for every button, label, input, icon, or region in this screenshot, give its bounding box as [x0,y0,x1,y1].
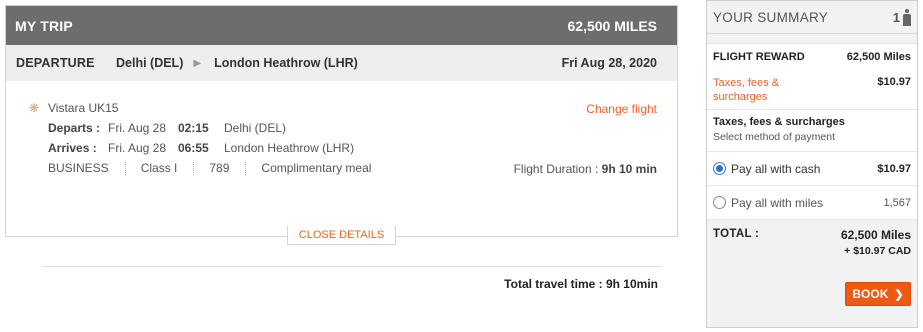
meal-info: Complimentary meal [261,161,372,175]
flight-line: ❋ Vistara UK15 [29,101,677,115]
summary-header: YOUR SUMMARY 1 [707,1,917,34]
departs-place: Delhi (DEL) [224,121,287,135]
flight-name: Vistara UK15 [48,101,119,115]
arrives-date: Fri. Aug 28 [108,141,167,155]
departs-label: Departs : [48,121,101,135]
divider [245,161,247,175]
summary-panel: YOUR SUMMARY 1 FLIGHT REWARD 62,500 Mile… [706,0,918,328]
book-label[interactable]: BOOK [852,287,888,301]
radio-icon[interactable] [713,196,726,209]
trip-panel: MY TRIP 62,500 MILES DEPARTURE Delhi (DE… [5,5,678,291]
chevron-right-icon: ❯ [894,288,904,301]
departs-time: 02:15 [178,121,209,135]
summary-title: YOUR SUMMARY [713,9,829,25]
passenger-count: 1 [892,8,911,26]
flight-duration: Flight Duration : 9h 10 min [514,162,657,176]
total-miles: 62,500 Miles [840,228,911,242]
duration-value: 9h 10 min [601,162,657,176]
pay-cash-option[interactable]: Pay all with cash $10.97 [707,152,917,186]
arrives-line: Arrives : Fri. Aug 28 06:55 London Heath… [48,138,677,158]
divider [193,161,195,175]
pay-miles-value: 1,567 [883,196,911,209]
aircraft-type: 789 [209,161,230,175]
cabin-type: BUSINESS [48,161,109,175]
departure-label: DEPARTURE [16,56,95,70]
total-section: TOTAL : 62,500 Miles + $10.97 CAD BOOK ❯ [707,220,917,310]
pay-miles-option[interactable]: Pay all with miles 1,567 [707,186,917,220]
divider [124,161,126,175]
payment-method-header: Taxes, fees & surcharges Select method o… [707,110,917,152]
total-values: 62,500 Miles + $10.97 CAD [841,228,911,257]
trip-header: MY TRIP 62,500 MILES [6,6,677,45]
chevron-right-icon: ▶ [193,57,202,69]
taxes-value: $10.97 [877,76,911,88]
arrives-place: London Heathrow (LHR) [224,141,355,155]
departure-origin: Delhi (DEL) [116,56,184,70]
trip-title: MY TRIP [15,17,73,34]
flight-details: ❋ Vistara UK15 Change flight Departs : F… [6,81,677,291]
fare-class: Class I [140,161,178,175]
flight-reward-row: FLIGHT REWARD 62,500 Miles [707,44,917,70]
total-row: TOTAL : 62,500 Miles + $10.97 CAD [713,228,911,257]
duration-label: Flight Duration : [513,162,599,176]
departs-date: Fri. Aug 28 [108,121,167,135]
flight-reward-value: 62,500 Miles [846,51,911,63]
total-label: TOTAL : [713,228,760,240]
total-cad: + $10.97 CAD [844,245,911,257]
departs-line: Departs : Fri. Aug 28 02:15 Delhi (DEL) [48,118,677,138]
radio-icon[interactable] [713,162,726,175]
close-details-button[interactable]: CLOSE DETAILS [287,226,396,245]
payment-method-subtitle: Select method of payment [713,131,835,143]
total-travel-time: Total travel time : 9h 10min [504,277,658,291]
pay-cash-value: $10.97 [877,162,911,175]
departure-destination: London Heathrow (LHR) [214,56,358,70]
flight-reward-label: FLIGHT REWARD [713,51,805,63]
summary-body: FLIGHT REWARD 62,500 Miles Taxes, fees &… [707,43,917,220]
pay-cash-label[interactable]: Pay all with cash [731,162,877,176]
trip-miles: 62,500 MILES [567,17,658,34]
change-flight-link[interactable]: Change flight [586,102,657,116]
taxes-row: Taxes, fees & surcharges $10.97 [707,70,917,110]
arrives-label: Arrives : [48,141,97,155]
book-button[interactable]: BOOK ❯ [845,282,911,306]
departure-row: DEPARTURE Delhi (DEL) ▶ London Heathrow … [6,45,677,81]
gear-icon: ❋ [29,101,40,115]
payment-method-title: Taxes, fees & surcharges [713,116,845,128]
divider [42,266,662,267]
taxes-link[interactable]: Taxes, fees & surcharges [713,76,803,104]
passenger-count-value: 1 [892,9,900,25]
departure-date: Fri Aug 28, 2020 [561,56,657,70]
pay-miles-label[interactable]: Pay all with miles [731,196,883,210]
person-icon [903,8,911,26]
arrives-time: 06:55 [178,141,209,155]
